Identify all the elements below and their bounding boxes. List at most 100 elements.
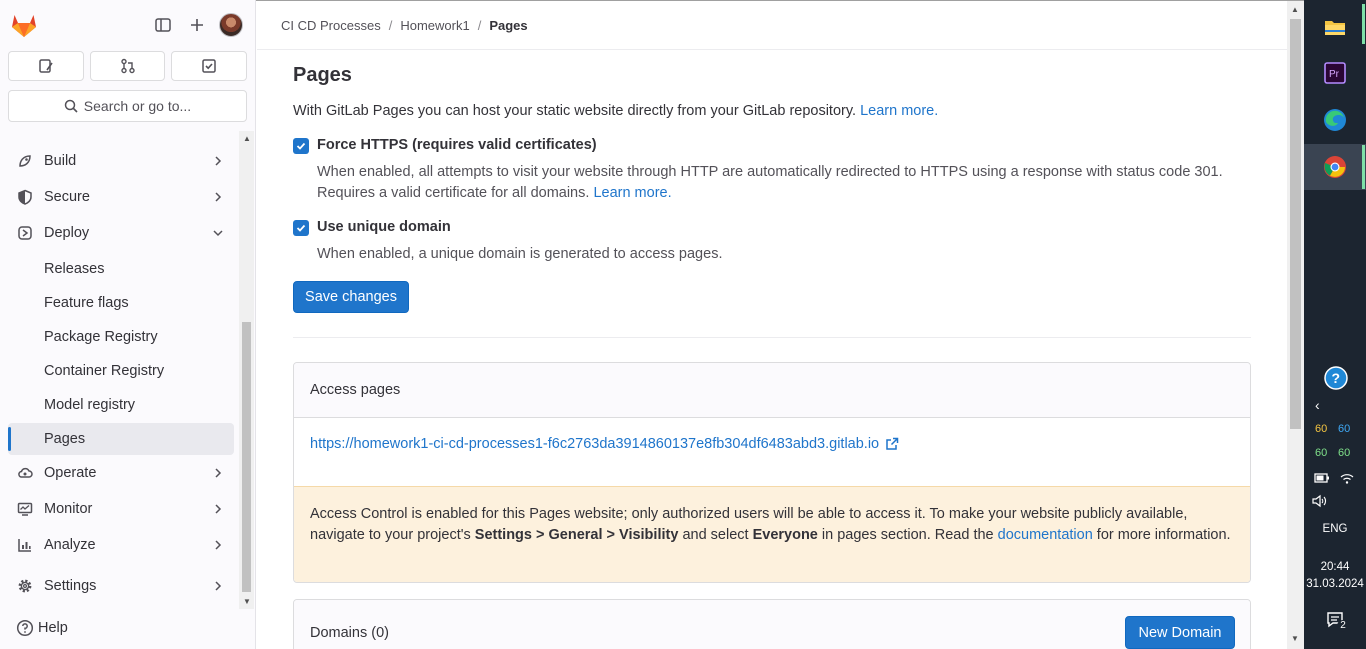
scroll-down-icon[interactable]: ▼ <box>243 597 251 606</box>
help-tray-icon[interactable]: ? <box>1324 366 1348 393</box>
sidebar-item-build[interactable]: Build <box>8 145 234 177</box>
sidebar-item-pages[interactable]: Pages <box>8 423 234 455</box>
search-label: Search or go to... <box>83 98 192 114</box>
active-indicator <box>8 427 11 451</box>
sidebar: Search or go to... ▲ ▼ Build Secure Depl… <box>0 0 256 649</box>
divider <box>257 49 1287 50</box>
force-https-checkbox[interactable] <box>293 138 309 154</box>
scroll-up-icon[interactable]: ▲ <box>1291 5 1299 14</box>
external-link-icon[interactable] <box>885 437 899 451</box>
card-header: Domains (0) <box>294 600 1250 649</box>
pages-url-link[interactable]: https://homework1-ci-cd-processes1-f6c27… <box>310 436 879 452</box>
alert-emphasis: Everyone <box>752 527 818 543</box>
svg-text:Pr: Pr <box>1329 69 1340 80</box>
battery-icon[interactable] <box>1314 471 1330 487</box>
sidebar-item-feature-flags[interactable]: Feature flags <box>8 287 234 319</box>
save-changes-button[interactable]: Save changes <box>293 281 409 313</box>
issues-icon <box>39 59 53 73</box>
sidebar-scroll-thumb[interactable] <box>242 322 251 592</box>
todo-icon <box>202 59 216 73</box>
sidebar-item-package-registry[interactable]: Package Registry <box>8 321 234 353</box>
rocket-icon <box>16 152 34 170</box>
language-indicator[interactable]: ENG <box>1304 523 1366 535</box>
alert-text: and select <box>682 527 749 543</box>
sidebar-counters <box>8 51 248 81</box>
svg-text:?: ? <box>1332 370 1341 386</box>
breadcrumb-item[interactable]: Homework1 <box>400 18 469 33</box>
breadcrumb-separator: / <box>477 18 482 33</box>
page-title: Pages <box>293 64 352 86</box>
chevron-right-icon <box>215 468 222 478</box>
main-scroll-thumb[interactable] <box>1290 19 1301 429</box>
force-https-label[interactable]: Force HTTPS (requires valid certificates… <box>317 137 597 153</box>
sidebar-header <box>0 0 256 50</box>
plus-icon[interactable] <box>186 14 208 36</box>
sidebar-item-deploy[interactable]: Deploy <box>8 217 234 249</box>
sidebar-item-model-registry[interactable]: Model registry <box>8 389 234 421</box>
scroll-down-icon[interactable]: ▼ <box>1291 634 1299 643</box>
page-intro: With GitLab Pages you can host your stat… <box>293 103 938 119</box>
force-https-help: When enabled, all attempts to visit your… <box>317 162 1277 204</box>
checkmark-icon <box>296 224 306 232</box>
divider <box>293 337 1251 338</box>
issues-button[interactable] <box>8 51 84 81</box>
search-icon <box>64 99 78 113</box>
help-button[interactable]: Help <box>16 619 68 637</box>
breadcrumb-current[interactable]: Pages <box>489 18 527 33</box>
chevron-right-icon <box>215 192 222 202</box>
sidebar-item-container-registry[interactable]: Container Registry <box>8 355 234 387</box>
help-text: Requires a valid certificate for all dom… <box>317 185 590 201</box>
tray-expand-icon[interactable]: ‹ <box>1315 397 1320 413</box>
intro-text: With GitLab Pages you can host your stat… <box>293 103 857 119</box>
documentation-link[interactable]: documentation <box>998 527 1093 543</box>
taskbar-indicator <box>1362 145 1365 189</box>
deploy-icon <box>16 224 34 242</box>
folder-icon <box>1325 21 1345 35</box>
learn-more-link[interactable]: Learn more. <box>860 103 938 119</box>
access-pages-card: Access pages https://homework1-ci-cd-pro… <box>293 362 1251 583</box>
breadcrumb-separator: / <box>388 18 393 33</box>
force-https-help-line: When enabled, all attempts to visit your… <box>317 164 1223 180</box>
chart-icon <box>16 536 34 554</box>
taskbar-file-explorer[interactable] <box>1304 4 1366 50</box>
sidebar-item-analyze[interactable]: Analyze <box>8 529 234 561</box>
pages-url-row: https://homework1-ci-cd-processes1-f6c27… <box>310 436 899 452</box>
todos-button[interactable] <box>171 51 248 81</box>
gear-icon <box>16 577 34 595</box>
clock-time[interactable]: 20:44 <box>1304 561 1366 573</box>
collapse-sidebar-icon[interactable] <box>152 14 174 36</box>
sidebar-item-operate[interactable]: Operate <box>8 457 234 489</box>
sidebar-item-monitor[interactable]: Monitor <box>8 493 234 525</box>
avatar[interactable] <box>219 13 243 37</box>
unique-domain-label[interactable]: Use unique domain <box>317 219 451 235</box>
clock-date[interactable]: 31.03.2024 <box>1304 578 1366 590</box>
search-button[interactable]: Search or go to... <box>8 90 247 122</box>
tray-value: 60 <box>1315 447 1328 459</box>
sidebar-item-secure[interactable]: Secure <box>8 181 234 213</box>
taskbar-premiere[interactable]: Pr <box>1304 50 1366 96</box>
chevron-right-icon <box>215 581 222 591</box>
sidebar-item-settings[interactable]: Settings <box>8 570 234 602</box>
unique-domain-checkbox[interactable] <box>293 220 309 236</box>
premiere-icon: Pr <box>1324 62 1346 84</box>
gitlab-logo-icon[interactable] <box>10 12 38 38</box>
alert-emphasis: Settings > General > Visibility <box>474 527 679 543</box>
checkmark-icon <box>296 142 306 150</box>
scroll-up-icon[interactable]: ▲ <box>243 134 251 143</box>
notification-badge: 2 <box>1337 620 1349 632</box>
volume-icon[interactable] <box>1312 494 1328 511</box>
chevron-down-icon <box>213 230 223 237</box>
new-domain-button[interactable]: New Domain <box>1125 616 1235 649</box>
access-control-alert: Access Control is enabled for this Pages… <box>294 486 1250 582</box>
learn-more-link[interactable]: Learn more. <box>593 185 671 201</box>
wifi-icon[interactable] <box>1340 471 1354 488</box>
merge-requests-button[interactable] <box>89 51 166 81</box>
edge-icon <box>1324 109 1346 131</box>
taskbar-edge[interactable] <box>1304 97 1366 143</box>
sidebar-item-releases[interactable]: Releases <box>8 253 234 285</box>
breadcrumb-item[interactable]: CI CD Processes <box>281 18 381 33</box>
tray-value: 60 <box>1315 423 1328 435</box>
taskbar-chrome[interactable] <box>1304 144 1366 190</box>
chevron-right-icon <box>215 540 222 550</box>
monitor-icon <box>16 500 34 518</box>
